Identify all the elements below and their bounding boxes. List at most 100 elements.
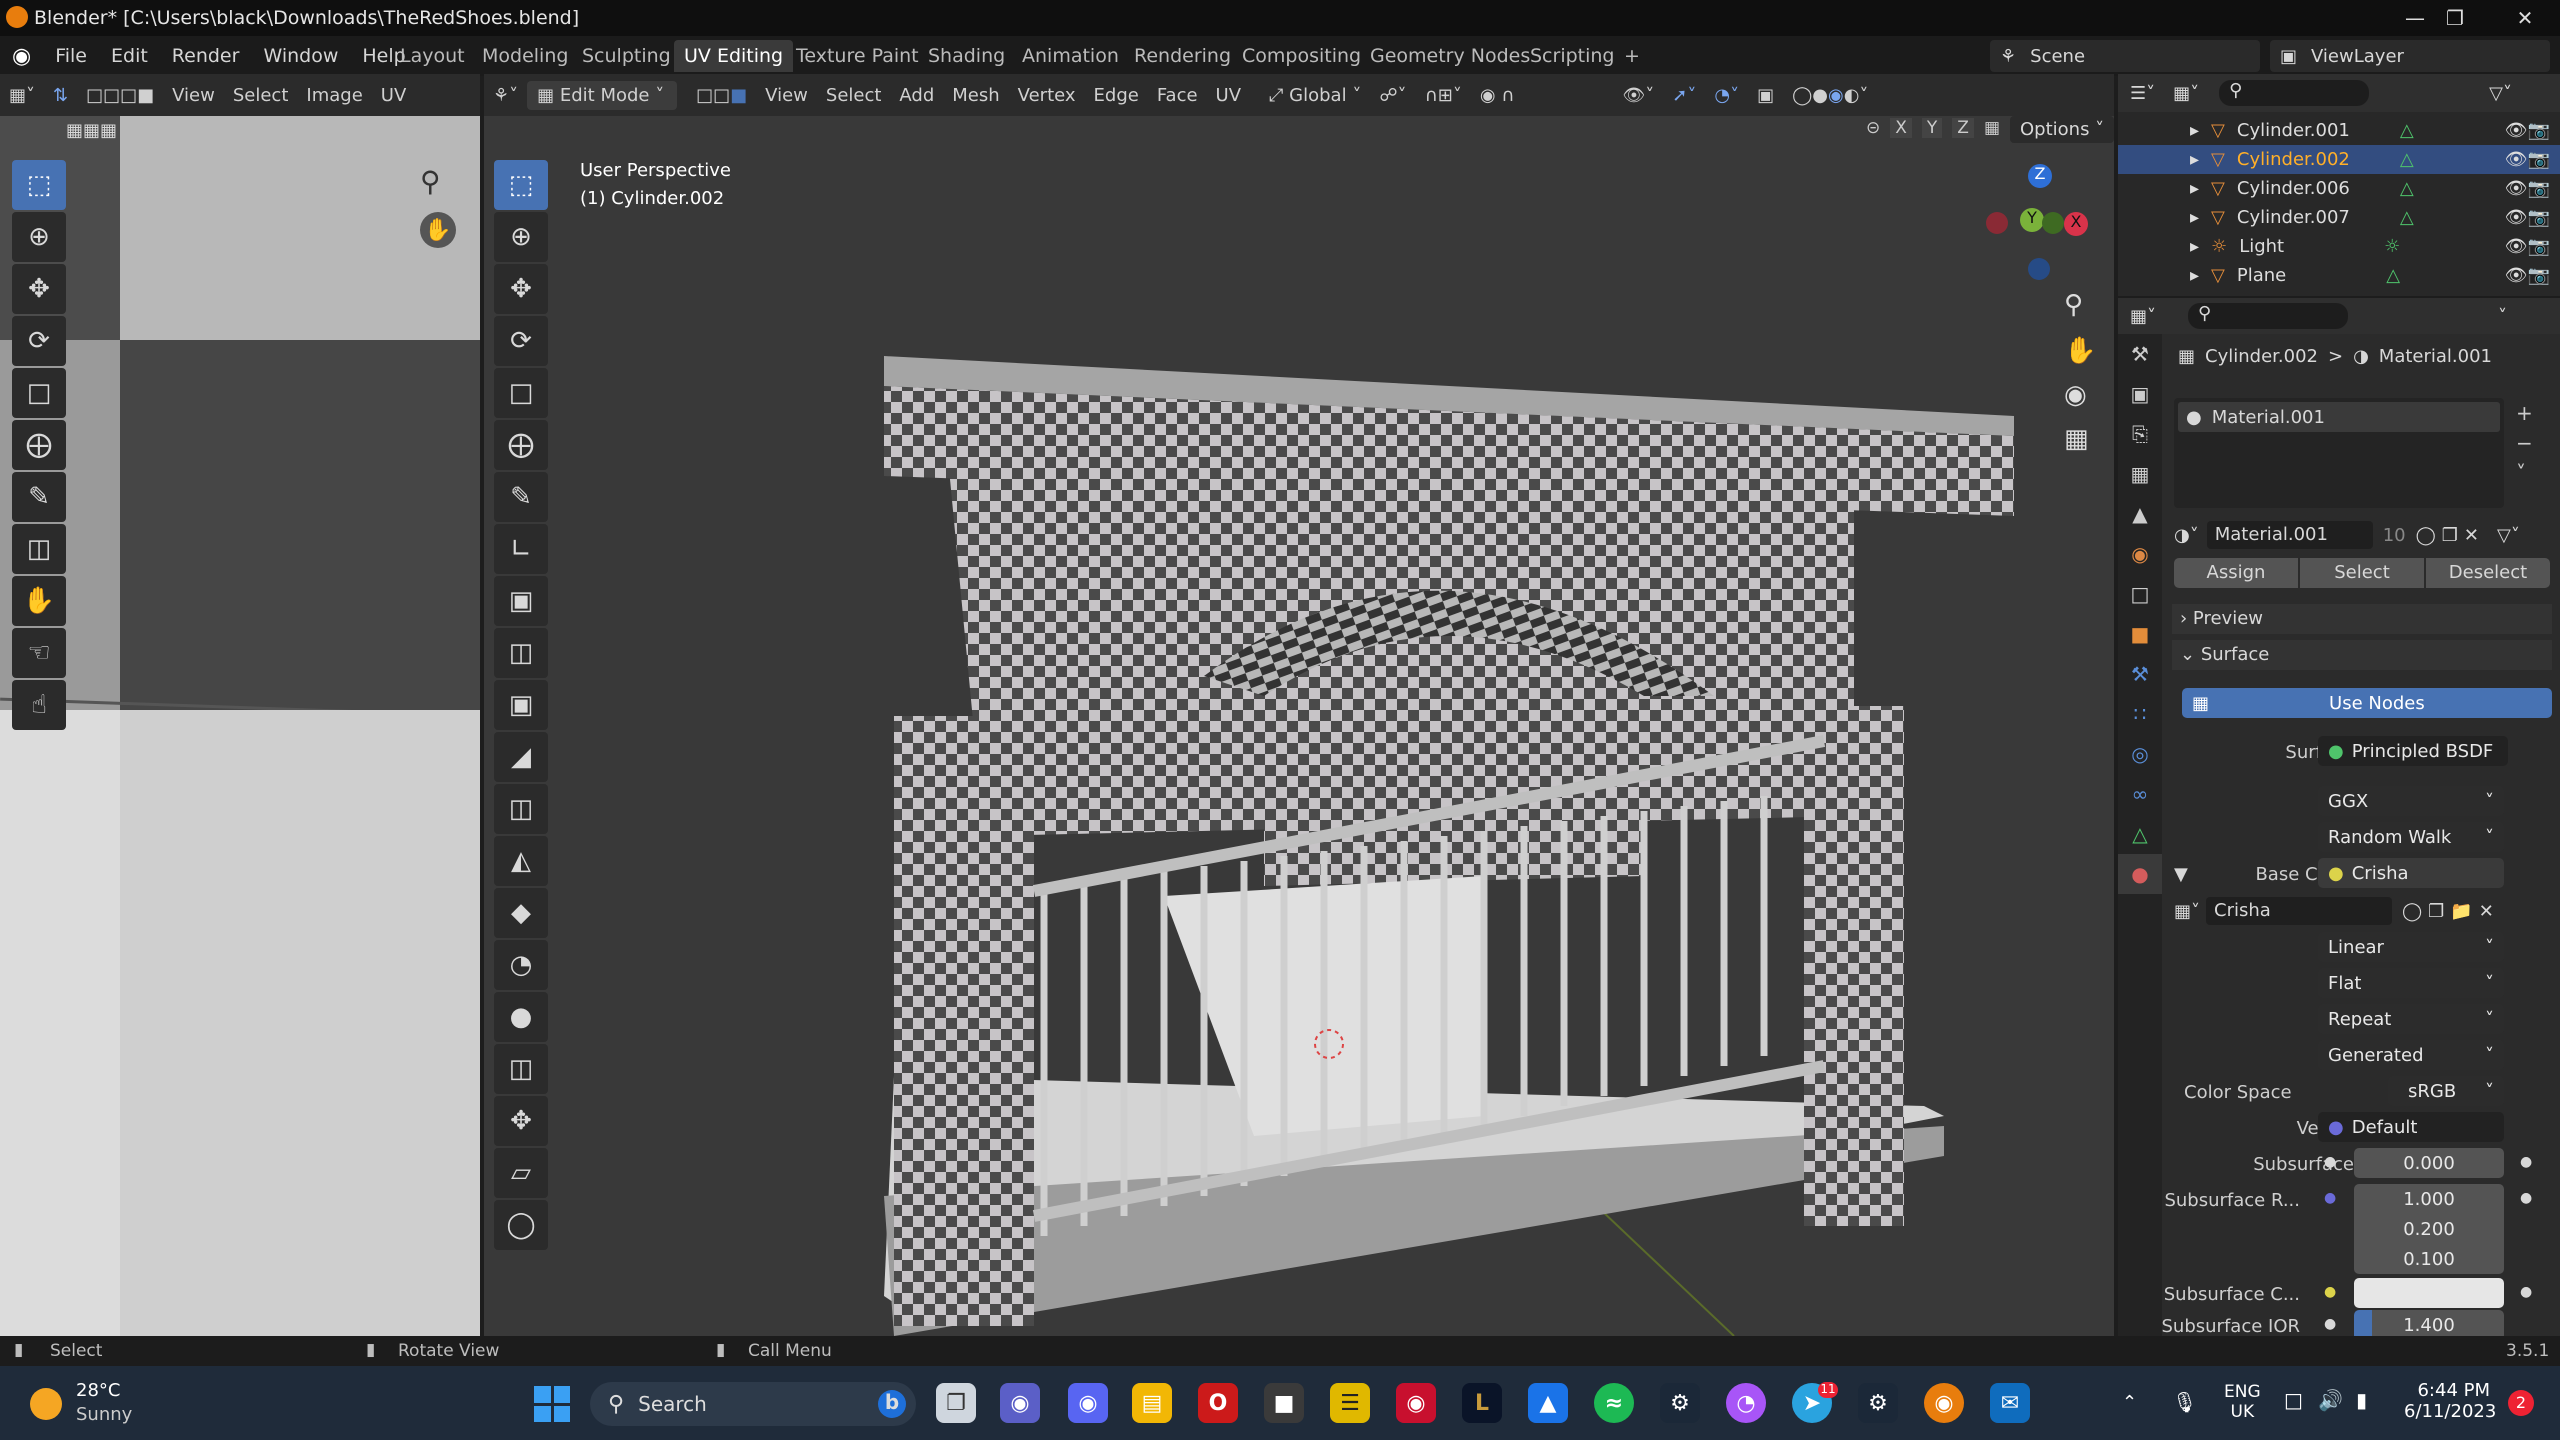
snap-icon[interactable]: ∩⊞˅: [1416, 81, 1471, 110]
tab-compositing[interactable]: Compositing: [1232, 40, 1371, 72]
notification-badge[interactable]: 2: [2508, 1390, 2534, 1416]
add-cube-icon[interactable]: ▣: [494, 576, 548, 626]
visibility-icon[interactable]: 👁📷: [2505, 120, 2550, 141]
rip-icon[interactable]: ◫: [12, 524, 66, 574]
steam-running-icon[interactable]: ⚙: [1858, 1383, 1898, 1423]
visibility-icon[interactable]: 👁📷: [2505, 236, 2550, 257]
close-button[interactable]: ✕: [2490, 0, 2560, 36]
minecraft-icon[interactable]: ■: [1264, 1383, 1304, 1423]
spotify-icon[interactable]: ≈: [1594, 1383, 1634, 1423]
navigation-gizmo[interactable]: Z Y X: [1980, 160, 2090, 290]
tab-modeling[interactable]: Modeling: [472, 40, 578, 72]
filter-icon[interactable]: ▽˅: [2489, 83, 2512, 104]
material-tab-icon[interactable]: ●: [2118, 854, 2162, 894]
tab-animation[interactable]: Animation: [1012, 40, 1129, 72]
colorful-app-icon[interactable]: ◔: [1726, 1383, 1766, 1423]
maximize-button[interactable]: ❐: [2420, 0, 2490, 36]
microphone-icon[interactable]: 🎙: [2172, 1390, 2197, 1414]
mirror-icon[interactable]: ⊝: [1866, 118, 1880, 138]
select-mode-icons[interactable]: □□□■: [77, 81, 163, 110]
scene-selector[interactable]: ⚘ Scene: [1990, 40, 2260, 72]
vp-measure-icon[interactable]: ∟: [494, 524, 548, 574]
uv-zoom-icon[interactable]: ⚲: [420, 165, 441, 198]
gizmo-toggle-icon[interactable]: ➚˅: [1663, 81, 1705, 110]
rotate-icon[interactable]: ⟳: [12, 316, 66, 366]
menu-render[interactable]: Render: [160, 45, 252, 67]
outliner-search-icon[interactable]: ⚲: [2219, 80, 2370, 106]
mirror-y[interactable]: Y: [1921, 118, 1943, 138]
vp-edge-menu[interactable]: Edge: [1085, 81, 1148, 110]
windows-start-icon[interactable]: [534, 1386, 570, 1422]
uv-select-menu[interactable]: Select: [224, 81, 298, 110]
extrude-icon[interactable]: ◫: [494, 628, 548, 678]
preview-panel[interactable]: › Preview: [2172, 604, 2552, 634]
keyframe-dot-icon[interactable]: ●: [2520, 1190, 2532, 1206]
duplicate-icon[interactable]: ❐: [2442, 525, 2458, 546]
object-tab-icon[interactable]: ■: [2118, 614, 2162, 654]
menu-file[interactable]: File: [43, 45, 99, 67]
xray-icon[interactable]: ▣: [1748, 81, 1783, 110]
bluestacks-icon[interactable]: ▲: [1528, 1383, 1568, 1423]
image-fake-user-icon[interactable]: ◯: [2402, 901, 2422, 922]
uv-view-menu[interactable]: View: [163, 81, 224, 110]
pan-icon[interactable]: ✋: [2064, 336, 2096, 366]
uv-uv-menu[interactable]: UV: [372, 81, 416, 110]
vp-mesh-menu[interactable]: Mesh: [943, 81, 1008, 110]
subsurface-ior-field[interactable]: 1.400: [2354, 1310, 2504, 1336]
particles-tab-icon[interactable]: ∷: [2118, 694, 2162, 734]
gizmo-y[interactable]: Y: [2020, 208, 2044, 232]
menu-edit[interactable]: Edit: [99, 45, 160, 67]
task-view-icon[interactable]: ❐: [936, 1383, 976, 1423]
outliner-row[interactable]: ▸ ▽ Cylinder.006 △ 👁📷: [2118, 174, 2560, 203]
vp-transform-icon[interactable]: ⨁: [494, 420, 548, 470]
fake-user-icon[interactable]: ◯: [2416, 525, 2436, 546]
vertex-edge-face-icons[interactable]: □□■: [687, 81, 756, 110]
outliner-row[interactable]: ▸ ▽ Cylinder.007 △ 👁📷: [2118, 203, 2560, 232]
taskbar-search[interactable]: ⚲ Search b: [590, 1382, 916, 1426]
vector-field[interactable]: ● Default: [2318, 1112, 2504, 1142]
volume-icon[interactable]: 🔊: [2318, 1388, 2343, 1412]
tab-geometry-nodes[interactable]: Geometry Nodes: [1360, 40, 1540, 72]
steam-icon[interactable]: ⚙: [1660, 1383, 1700, 1423]
bing-icon[interactable]: b: [878, 1390, 906, 1418]
image-open-icon[interactable]: 📁: [2450, 901, 2472, 922]
menu-window[interactable]: Window: [251, 45, 350, 67]
gizmo-z[interactable]: Z: [2028, 164, 2052, 188]
collection-tab-icon[interactable]: □: [2118, 574, 2162, 614]
spin-icon[interactable]: ◔: [494, 940, 548, 990]
subsurface-color-swatch[interactable]: [2354, 1278, 2504, 1308]
notes-app-icon[interactable]: ☰: [1330, 1383, 1370, 1423]
uv-image-menu[interactable]: Image: [297, 81, 371, 110]
tab-layout[interactable]: Layout: [390, 40, 475, 72]
smooth-icon[interactable]: ●: [494, 992, 548, 1042]
mirror-x[interactable]: X: [1890, 118, 1912, 138]
cursor-icon[interactable]: ⊕: [12, 212, 66, 262]
weather-sun-icon[interactable]: [30, 1388, 62, 1420]
tab-texture-paint[interactable]: Texture Paint: [786, 40, 929, 72]
vp-annotate-icon[interactable]: ✎: [494, 472, 548, 522]
scene-tab-icon[interactable]: ▲: [2118, 494, 2162, 534]
projection-dropdown[interactable]: Flat ˅: [2318, 968, 2504, 998]
teams-chat-icon[interactable]: ◉: [1000, 1383, 1040, 1423]
pinch-icon[interactable]: ☝: [12, 680, 66, 730]
uv-mode-icons[interactable]: ▦▦▦: [66, 120, 146, 144]
keyframe-dot-icon[interactable]: ●: [2520, 1284, 2532, 1300]
visibility-icon[interactable]: 👁📷: [2505, 207, 2550, 228]
material-name-field[interactable]: Material.001: [2206, 521, 2373, 549]
editor-type-icon[interactable]: ▦˅: [0, 81, 44, 110]
gizmo-x[interactable]: X: [2064, 212, 2088, 236]
modifier-tab-icon[interactable]: ⚒: [2118, 654, 2162, 694]
vp-scale-icon[interactable]: □: [494, 368, 548, 418]
language-indicator[interactable]: ENG UK: [2224, 1382, 2261, 1422]
world-tab-icon[interactable]: ◉: [2118, 534, 2162, 574]
uv-editor-canvas[interactable]: [0, 116, 480, 1336]
scale-icon[interactable]: □: [12, 368, 66, 418]
outlook-icon[interactable]: ✉: [1990, 1383, 2030, 1423]
viewport-editor-type-icon[interactable]: ⚘˅: [484, 81, 527, 110]
annotate-icon[interactable]: ✎: [12, 472, 66, 522]
overlay-toggle-icon[interactable]: ◔˅: [1705, 81, 1748, 110]
render-tab-icon[interactable]: ▣: [2118, 374, 2162, 414]
color-space-dropdown[interactable]: sRGB ˅: [2388, 1076, 2504, 1106]
tab-sculpting[interactable]: Sculpting: [572, 40, 681, 72]
subsurface-radius-z[interactable]: 0.100: [2354, 1244, 2504, 1274]
